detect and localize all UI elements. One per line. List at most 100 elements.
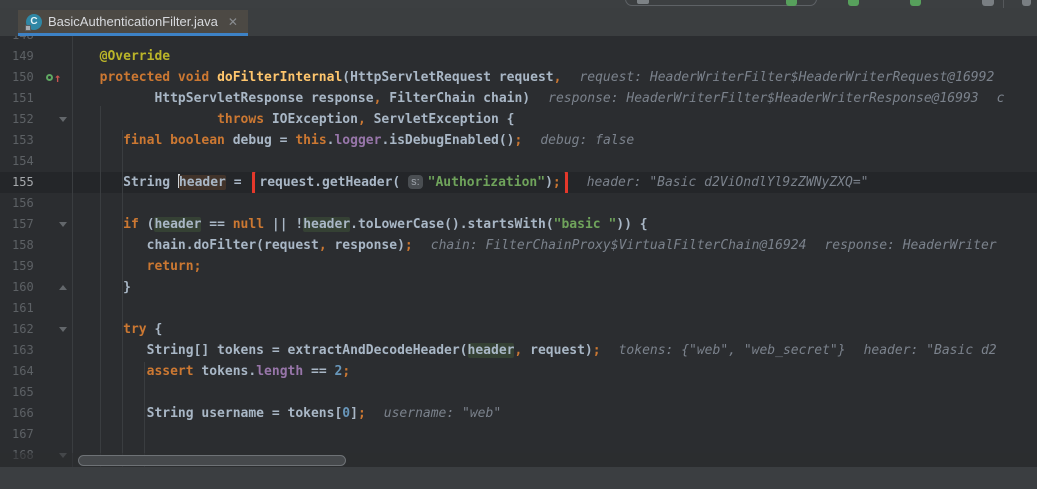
tab-title: BasicAuthenticationFilter.java	[48, 14, 218, 29]
code-line[interactable]: 158 chain.doFilter(request, response);ch…	[0, 235, 1037, 256]
code-token: doFilterInternal	[217, 70, 342, 85]
code-text	[72, 382, 1037, 403]
debugger-inline-value: username: "web"	[384, 406, 501, 421]
line-number[interactable]: 151	[0, 88, 44, 109]
line-number[interactable]: 159	[0, 256, 44, 277]
gutter-marks	[44, 214, 72, 235]
indent-guide	[122, 130, 123, 467]
code-token: =	[226, 175, 249, 190]
coverage-button-icon[interactable]	[910, 0, 921, 6]
code-line[interactable]: 151 HttpServletResponse response, Filter…	[0, 88, 1037, 109]
highlighted-identifier: header	[154, 217, 201, 232]
code-token: )) {	[616, 217, 647, 232]
code-line[interactable]: 153 final boolean debug = this.logger.is…	[0, 130, 1037, 151]
code-text: chain.doFilter(request, response);chain:…	[72, 235, 1037, 256]
line-number[interactable]: 152	[0, 109, 44, 130]
code-text: throws IOException, ServletException {	[72, 109, 1037, 130]
code-token: ,	[358, 112, 366, 127]
tab-basicauthenticationfilter[interactable]: C BasicAuthenticationFilter.java ✕	[18, 10, 248, 33]
line-number[interactable]: 148	[0, 36, 44, 46]
code-text: @Override	[72, 46, 1037, 67]
code-editor[interactable]: 148149 @Override150↑ protected void doFi…	[0, 36, 1037, 467]
code-text: HttpServletResponse response, FilterChai…	[72, 88, 1037, 109]
code-token: final boolean	[123, 133, 225, 148]
code-line[interactable]: 162 try {	[0, 319, 1037, 340]
overriding-method-icon[interactable]	[46, 74, 53, 81]
code-line[interactable]: 149 @Override	[0, 46, 1037, 67]
code-token: "basic "	[554, 217, 617, 232]
debugger-inline-value: tokens: {"web", "web_secret"}	[619, 343, 846, 358]
code-line[interactable]: 163 String[] tokens = extractAndDecodeHe…	[0, 340, 1037, 361]
code-token: ,	[319, 238, 327, 253]
gutter-marks	[44, 403, 72, 424]
line-number[interactable]: 156	[0, 193, 44, 214]
indent-guide	[100, 106, 101, 467]
debug-button-icon[interactable]	[848, 0, 859, 6]
override-arrow-icon[interactable]: ↑	[54, 73, 61, 83]
code-token: ==	[303, 364, 334, 379]
code-line[interactable]: 154	[0, 151, 1037, 172]
annotation-highlight-box: request.getHeader( s:"Authorization");	[252, 172, 567, 193]
code-token: ;	[194, 259, 202, 274]
line-number[interactable]: 160	[0, 277, 44, 298]
toolbar-misc-icon-2[interactable]	[1022, 0, 1031, 6]
code-token: if	[123, 217, 139, 232]
code-token: request)	[522, 343, 592, 358]
code-line[interactable]: 156	[0, 193, 1037, 214]
toolbar-separator	[1003, 0, 1004, 8]
code-line[interactable]: 160 }	[0, 277, 1037, 298]
close-icon[interactable]: ✕	[228, 15, 238, 29]
code-text: if (header == null || !header.toLowerCas…	[72, 214, 1037, 235]
line-number[interactable]: 163	[0, 340, 44, 361]
code-line[interactable]: 157 if (header == null || !header.toLowe…	[0, 214, 1037, 235]
code-token: length	[256, 364, 303, 379]
debugger-inline-value: header: "Basic d2ViOndlYl9zZWNyZXQ="	[587, 175, 869, 190]
line-number[interactable]: 166	[0, 403, 44, 424]
code-token: ;	[405, 238, 413, 253]
line-number[interactable]: 157	[0, 214, 44, 235]
active-tab-underline	[18, 33, 248, 36]
line-number[interactable]: 162	[0, 319, 44, 340]
line-number[interactable]: 153	[0, 130, 44, 151]
code-line[interactable]: 167	[0, 424, 1037, 445]
line-number[interactable]: 150	[0, 67, 44, 88]
gutter-separator	[72, 36, 73, 467]
code-line[interactable]: 148	[0, 36, 1037, 46]
code-line[interactable]: 152 throws IOException, ServletException…	[0, 109, 1037, 130]
line-number[interactable]: 165	[0, 382, 44, 403]
run-button-icon[interactable]	[786, 0, 797, 6]
line-number[interactable]: 158	[0, 235, 44, 256]
horizontal-scrollbar-thumb[interactable]	[78, 455, 346, 466]
toolbar-misc-icon[interactable]	[982, 0, 994, 6]
editor-tab-bar: C BasicAuthenticationFilter.java ✕	[0, 8, 1037, 36]
code-line[interactable]: 159 return;	[0, 256, 1037, 277]
java-class-icon: C	[26, 14, 42, 30]
code-line[interactable]: 161	[0, 298, 1037, 319]
fold-region-end-icon[interactable]	[59, 285, 67, 290]
line-number[interactable]: 167	[0, 424, 44, 445]
code-line[interactable]: 164 assert tokens.length == 2;	[0, 361, 1037, 382]
code-line[interactable]: 165	[0, 382, 1037, 403]
code-token	[84, 322, 123, 337]
code-token: "Authorization"	[428, 175, 545, 190]
fold-region-start-icon[interactable]	[59, 222, 67, 227]
fold-region-start-icon[interactable]	[59, 327, 67, 332]
gutter-marks	[44, 235, 72, 256]
code-token: {	[147, 322, 163, 337]
line-number[interactable]: 155	[0, 172, 44, 193]
line-number[interactable]: 149	[0, 46, 44, 67]
line-number[interactable]: 154	[0, 151, 44, 172]
code-token: this	[295, 133, 326, 148]
line-number[interactable]: 164	[0, 361, 44, 382]
code-token: logger	[334, 133, 381, 148]
line-number[interactable]: 161	[0, 298, 44, 319]
code-token: ServletException {	[366, 112, 515, 127]
code-line[interactable]: 155 String header = request.getHeader( s…	[0, 172, 1037, 193]
gutter-marks	[44, 151, 72, 172]
gutter-marks	[44, 277, 72, 298]
code-line[interactable]: 166 String username = tokens[0];username…	[0, 403, 1037, 424]
gutter-marks	[44, 109, 72, 130]
fold-region-start-icon[interactable]	[59, 117, 67, 122]
highlighted-identifier: header	[303, 217, 350, 232]
code-line[interactable]: 150↑ protected void doFilterInternal(Htt…	[0, 67, 1037, 88]
